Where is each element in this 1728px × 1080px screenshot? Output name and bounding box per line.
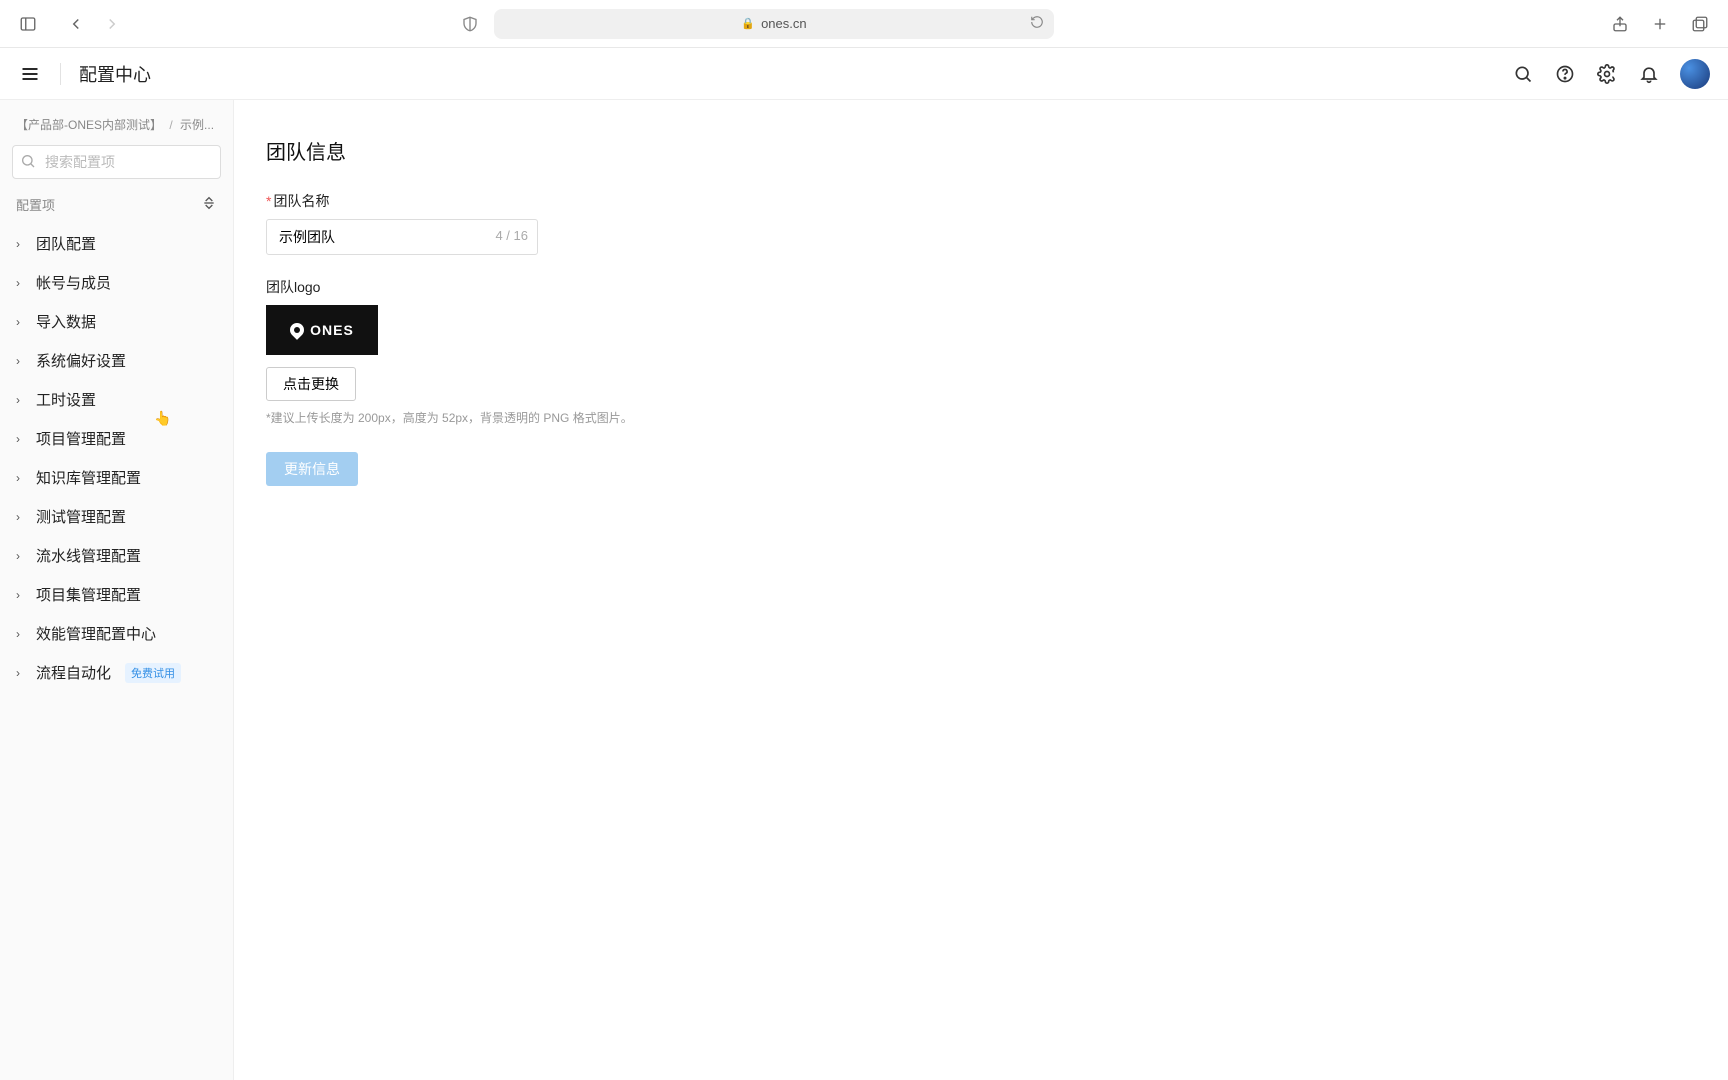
logo-flame-icon bbox=[287, 320, 307, 340]
forward-button bbox=[96, 8, 128, 40]
new-tab-icon[interactable] bbox=[1644, 8, 1676, 40]
url-host: ones.cn bbox=[761, 16, 807, 31]
sidebar-item-project-mgmt[interactable]: ›项目管理配置 bbox=[10, 419, 223, 458]
lock-icon: 🔒 bbox=[741, 17, 755, 30]
team-name-label: * 团队名称 bbox=[266, 191, 1684, 211]
sidebar-item-program-mgmt[interactable]: ›项目集管理配置 bbox=[10, 575, 223, 614]
gear-icon[interactable] bbox=[1596, 63, 1618, 85]
chevron-right-icon: › bbox=[16, 627, 26, 641]
bell-icon[interactable] bbox=[1638, 63, 1660, 85]
sidebar-item-automation[interactable]: ›流程自动化免费试用 bbox=[10, 653, 223, 692]
logo-label: 团队logo bbox=[266, 277, 1684, 297]
tabs-icon[interactable] bbox=[1684, 8, 1716, 40]
free-trial-badge: 免费试用 bbox=[125, 663, 181, 683]
breadcrumb-a: 【产品部-ONES内部测试】 bbox=[16, 118, 162, 132]
sidebar-item-wiki-mgmt[interactable]: ›知识库管理配置 bbox=[10, 458, 223, 497]
chevron-right-icon: › bbox=[16, 510, 26, 524]
sidebar-item-import-data[interactable]: ›导入数据 bbox=[10, 302, 223, 341]
divider bbox=[60, 63, 61, 85]
menu-icon[interactable] bbox=[18, 62, 42, 86]
sidebar-item-worktime[interactable]: ›工时设置 bbox=[10, 380, 223, 419]
avatar[interactable] bbox=[1680, 59, 1710, 89]
page-header-title: 配置中心 bbox=[79, 61, 151, 87]
search-icon bbox=[20, 153, 36, 174]
breadcrumb[interactable]: 【产品部-ONES内部测试】 / 示例... bbox=[10, 116, 223, 145]
sidebar-item-system-pref[interactable]: ›系统偏好设置 bbox=[10, 341, 223, 380]
chevron-right-icon: › bbox=[16, 315, 26, 329]
chevron-right-icon: › bbox=[16, 666, 26, 680]
sidebar-item-pipeline-mgmt[interactable]: ›流水线管理配置 bbox=[10, 536, 223, 575]
chevron-right-icon: › bbox=[16, 237, 26, 251]
chevron-right-icon: › bbox=[16, 588, 26, 602]
chevron-right-icon: › bbox=[16, 276, 26, 290]
sidebar-item-test-mgmt[interactable]: ›测试管理配置 bbox=[10, 497, 223, 536]
chevron-right-icon: › bbox=[16, 471, 26, 485]
chevron-right-icon: › bbox=[16, 393, 26, 407]
app-header: 配置中心 bbox=[0, 48, 1728, 100]
search-input[interactable] bbox=[12, 145, 221, 179]
collapse-expand-icon[interactable] bbox=[201, 195, 217, 214]
sidebar-item-performance[interactable]: ›效能管理配置中心 bbox=[10, 614, 223, 653]
main-content: 团队信息 * 团队名称 4 / 16 团队logo ONES 点击更换 *建议上… bbox=[234, 112, 1716, 1068]
char-count: 4 / 16 bbox=[495, 228, 528, 243]
help-icon[interactable] bbox=[1554, 63, 1576, 85]
chevron-right-icon: › bbox=[16, 432, 26, 446]
search-icon[interactable] bbox=[1512, 63, 1534, 85]
back-button[interactable] bbox=[60, 8, 92, 40]
sidebar: 【产品部-ONES内部测试】 / 示例... 配置项 ›团队配置 ›帐号与成员 … bbox=[0, 100, 234, 1080]
share-icon[interactable] bbox=[1604, 8, 1636, 40]
refresh-icon[interactable] bbox=[1030, 15, 1044, 32]
address-bar[interactable]: 🔒 ones.cn bbox=[494, 9, 1054, 39]
shield-icon[interactable] bbox=[454, 8, 486, 40]
sidebar-item-team-config[interactable]: ›团队配置 bbox=[10, 224, 223, 263]
nav-list: ›团队配置 ›帐号与成员 ›导入数据 ›系统偏好设置 ›工时设置 ›项目管理配置… bbox=[10, 224, 223, 692]
chevron-right-icon: › bbox=[16, 549, 26, 563]
update-info-button[interactable]: 更新信息 bbox=[266, 452, 358, 486]
page-title: 团队信息 bbox=[266, 136, 1684, 165]
chevron-right-icon: › bbox=[16, 354, 26, 368]
sidebar-item-account-members[interactable]: ›帐号与成员 bbox=[10, 263, 223, 302]
browser-chrome: 🔒 ones.cn bbox=[0, 0, 1728, 48]
sidebar-toggle-icon[interactable] bbox=[12, 8, 44, 40]
logo-hint: *建议上传长度为 200px，高度为 52px，背景透明的 PNG 格式图片。 bbox=[266, 409, 1684, 426]
logo-text: ONES bbox=[310, 322, 354, 338]
breadcrumb-b: 示例... bbox=[180, 118, 214, 132]
team-logo-preview: ONES bbox=[266, 305, 378, 355]
change-logo-button[interactable]: 点击更换 bbox=[266, 367, 356, 401]
required-mark: * bbox=[266, 193, 271, 209]
config-section-label: 配置项 bbox=[16, 195, 55, 214]
